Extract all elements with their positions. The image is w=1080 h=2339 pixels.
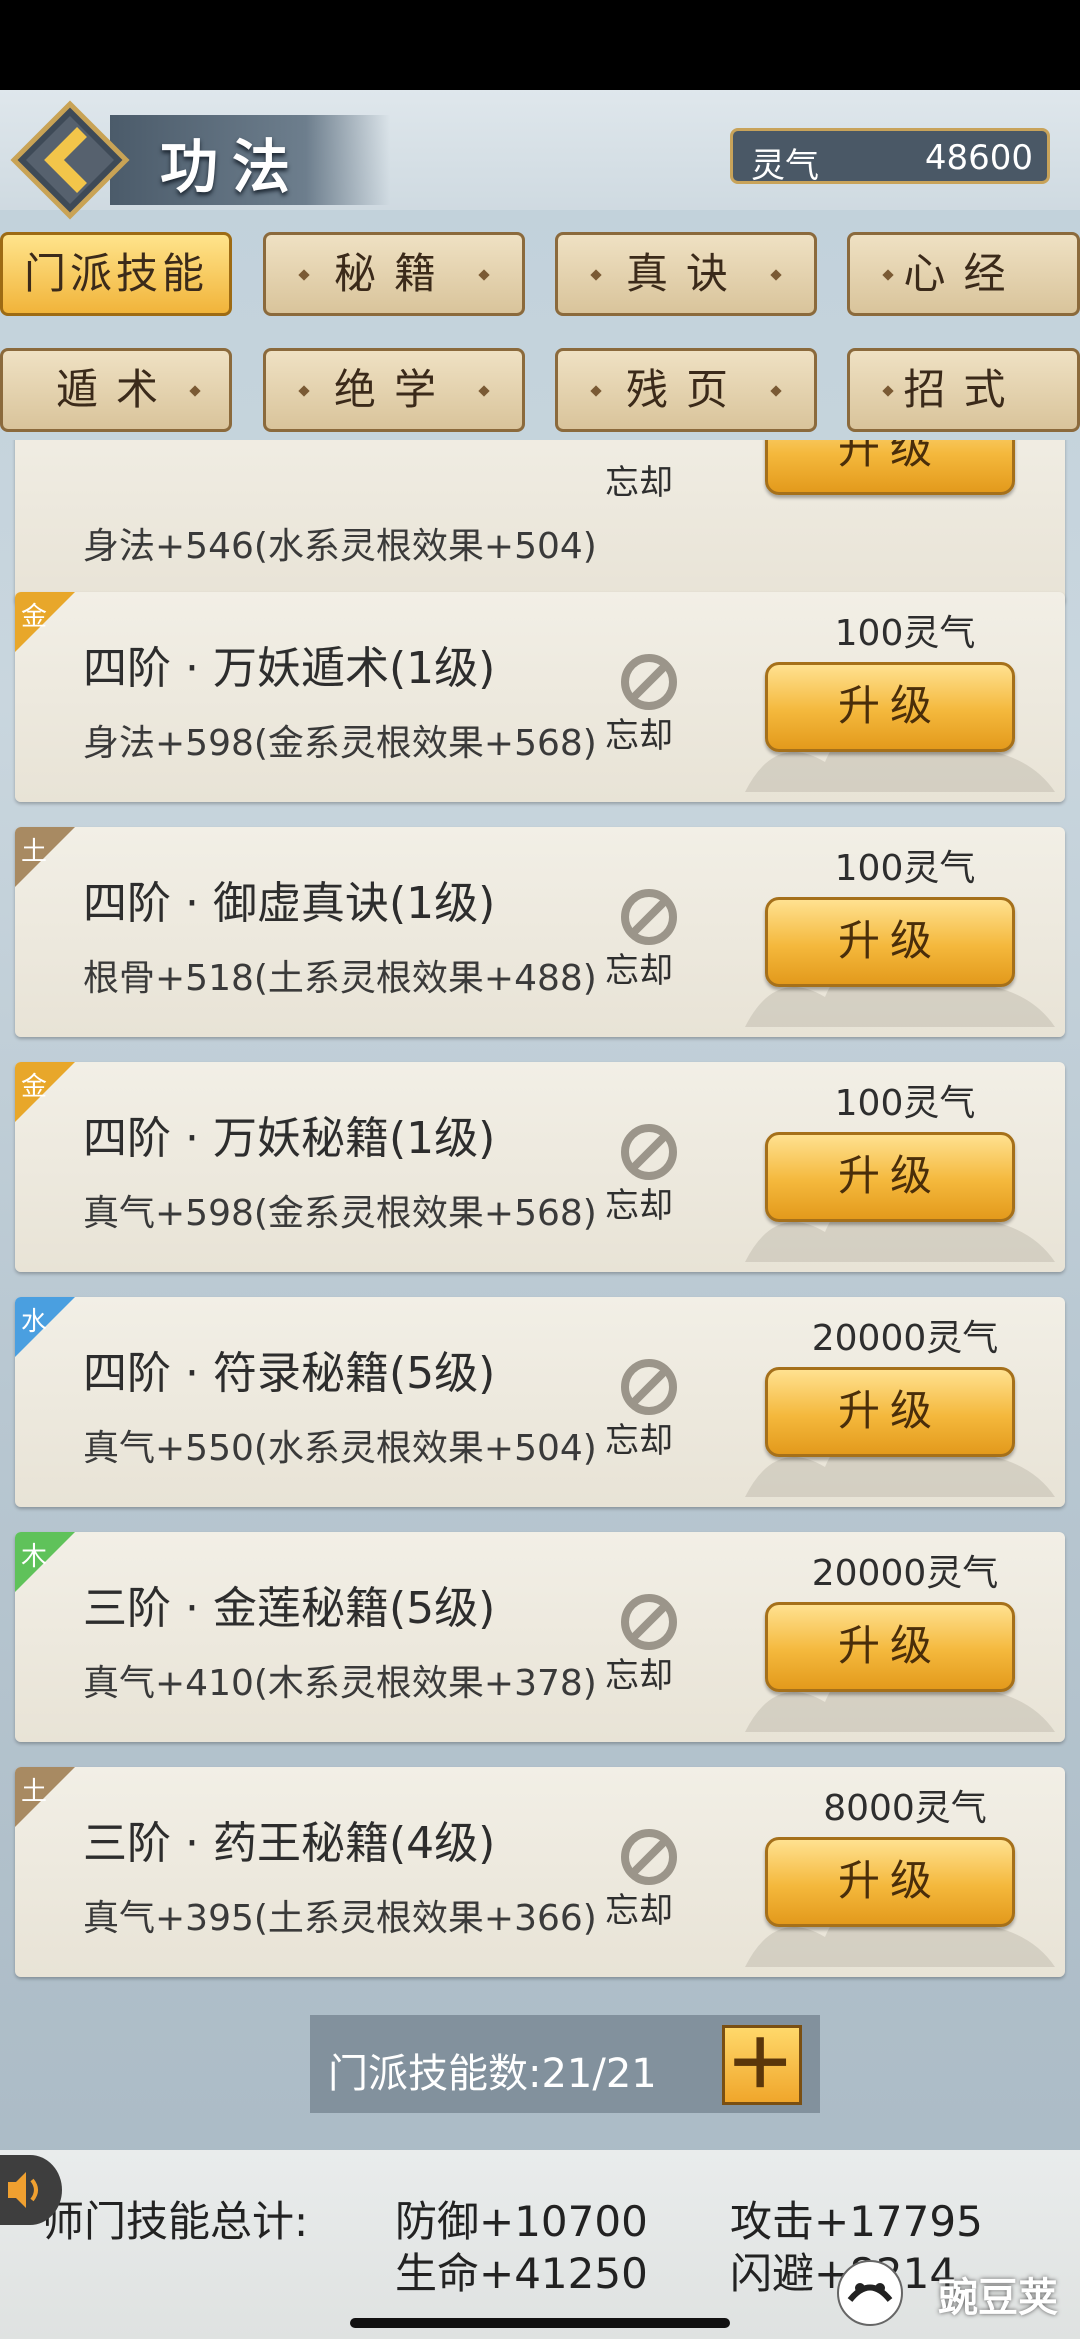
element-label: 土 [21,837,48,867]
upgrade-button[interactable]: 升级 [765,1367,1015,1457]
tab-ornament [478,269,490,281]
upgrade-button[interactable]: 升级 [765,1837,1015,1927]
skill-card: 木 三阶 · 金莲秘籍(5级) 真气+410(木系灵根效果+378) 忘却 20… [15,1532,1065,1742]
forget-label: 忘却 [605,951,673,991]
skill-count: 门派技能数:21/21 [328,2051,657,2097]
element-label: 木 [21,1542,48,1572]
tab-heart-sutra[interactable]: 心经 [847,232,1080,316]
skill-summary-panel: 师门技能总计: 防御+10700 攻击+17795 生命+41250 闪避+82… [0,2150,1080,2339]
tab-ornament [298,269,310,281]
tab-ultimate-arts[interactable]: 绝学 [263,348,525,432]
forbidden-icon [621,1124,677,1180]
upgrade-button[interactable]: 升级 [765,1602,1015,1692]
tab-true-formula[interactable]: 真诀 [555,232,817,316]
forget-label: 忘却 [605,463,673,503]
tab-ornament [298,385,310,397]
element-label: 土 [21,1777,48,1807]
skill-card: 土 三阶 · 药王秘籍(4级) 真气+395(土系灵根效果+366) 忘却 80… [15,1767,1065,1977]
status-bar [0,0,1080,90]
qi-balance: 灵气 48600 [730,128,1050,186]
speaker-icon[interactable] [0,2150,62,2230]
element-label: 金 [21,1072,48,1102]
back-arrow-icon[interactable] [10,100,130,220]
skill-desc: 身法+546(水系灵根效果+504) [83,526,597,567]
tab-ornament [882,269,894,281]
upgrade-button[interactable]: 升级 [765,897,1015,987]
forget-button[interactable]: 忘却 [605,1825,695,1935]
tab-ornament [189,385,201,397]
element-label: 金 [21,602,48,632]
skill-card: 金 四阶 · 万妖遁术(1级) 身法+598(金系灵根效果+568) 忘却 10… [15,592,1065,802]
forget-label: 忘却 [605,1186,673,1226]
forget-label: 忘却 [605,716,673,756]
skill-list[interactable]: 身法+546(水系灵根效果+504) 忘却 升级 金 四阶 · 万妖遁术(1级)… [0,440,1080,2010]
upgrade-cost: 20000灵气 [811,1318,999,1359]
watermark: 豌豆荚 [938,2275,1058,2321]
skill-desc: 真气+395(土系灵根效果+366) [83,1898,597,1939]
upgrade-button[interactable]: 升级 [765,440,1015,495]
skill-name: 四阶 · 符录秘籍(5级) [83,1348,496,1399]
forget-label: 忘却 [605,1421,673,1461]
upgrade-cost: 20000灵气 [811,1553,999,1594]
tab-moves[interactable]: 招式 [847,348,1080,432]
forget-label: 忘却 [605,1656,673,1696]
upgrade-cost: 100灵气 [834,613,976,654]
tab-secret-books[interactable]: 秘籍 [263,232,525,316]
tab-escape-arts[interactable]: 遁术 [0,348,232,432]
tab-fragments[interactable]: 残页 [555,348,817,432]
upgrade-button[interactable]: 升级 [765,662,1015,752]
skill-card: 土 四阶 · 御虚真诀(1级) 根骨+518(土系灵根效果+488) 忘却 10… [15,827,1065,1037]
upgrade-cost: 100灵气 [834,1083,976,1124]
skill-card: 身法+546(水系灵根效果+504) 忘却 升级 [15,440,1065,605]
forget-label: 忘却 [605,1891,673,1931]
forget-button[interactable]: 忘却 [605,1590,695,1700]
tab-ornament [770,385,782,397]
skill-desc: 根骨+518(土系灵根效果+488) [83,958,597,999]
skill-name: 三阶 · 金莲秘籍(5级) [83,1583,496,1634]
skill-name: 四阶 · 御虚真诀(1级) [83,878,496,929]
forbidden-icon [621,654,677,710]
upgrade-button[interactable]: 升级 [765,1132,1015,1222]
forget-button[interactable]: 忘却 [605,885,695,995]
upgrade-cost: 8000灵气 [823,1788,987,1829]
skill-name: 三阶 · 药王秘籍(4级) [83,1818,496,1869]
forbidden-icon [621,1594,677,1650]
tab-ornament [770,269,782,281]
add-skill-slot-button[interactable] [722,2025,802,2105]
tab-ornament [478,385,490,397]
summary-label: 师门技能总计: [42,2197,309,2246]
skill-desc: 真气+410(木系灵根效果+378) [83,1663,597,1704]
qi-value: 48600 [924,138,1033,178]
forget-button[interactable]: 忘却 [605,440,695,545]
home-indicator[interactable] [350,2318,730,2328]
element-label: 水 [21,1307,48,1337]
forget-button[interactable]: 忘却 [605,650,695,760]
skill-card: 水 四阶 · 符录秘籍(5级) 真气+550(水系灵根效果+504) 忘却 20… [15,1297,1065,1507]
qi-label: 灵气 [751,146,819,186]
skill-desc: 真气+550(水系灵根效果+504) [83,1428,597,1469]
page-title: 功法 [160,133,305,201]
forbidden-icon [621,889,677,945]
tab-ornament [590,269,602,281]
plus-icon [734,2037,787,2088]
tab-sect-skills[interactable]: 门派技能 [0,232,232,316]
skill-desc: 身法+598(金系灵根效果+568) [83,723,597,764]
tab-ornament [590,385,602,397]
stat-health: 生命+41250 [395,2249,648,2298]
forbidden-icon [621,1829,677,1885]
wandoujia-logo-icon [837,2260,903,2326]
skill-count-bar: 门派技能数:21/21 [310,2015,820,2113]
forget-button[interactable]: 忘却 [605,1120,695,1230]
skill-desc: 真气+598(金系灵根效果+568) [83,1193,597,1234]
forbidden-icon [621,1359,677,1415]
tab-ornament [882,385,894,397]
skill-name: 四阶 · 万妖遁术(1级) [83,643,496,694]
skill-card: 金 四阶 · 万妖秘籍(1级) 真气+598(金系灵根效果+568) 忘却 10… [15,1062,1065,1272]
forget-button[interactable]: 忘却 [605,1355,695,1465]
skill-name: 四阶 · 万妖秘籍(1级) [83,1113,496,1164]
upgrade-cost: 100灵气 [834,848,976,889]
